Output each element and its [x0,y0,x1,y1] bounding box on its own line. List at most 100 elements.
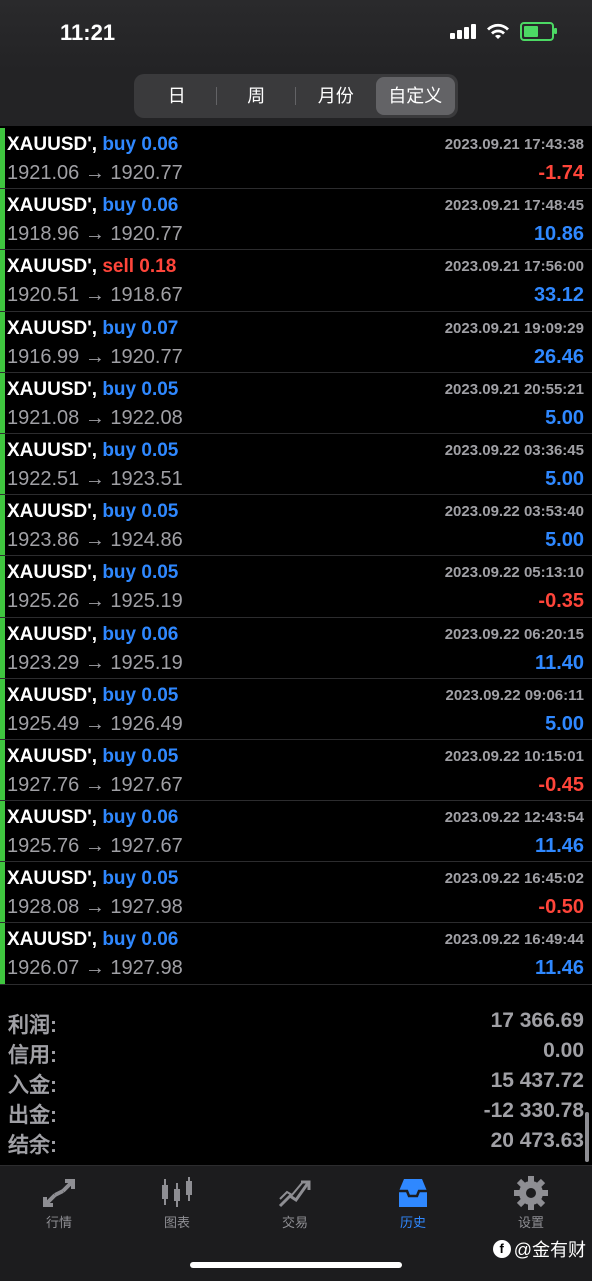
position-marker [0,556,5,617]
trade-datetime: 2023.09.22 03:36:45 [444,441,584,459]
trade-row[interactable]: XAUUSD', buy 0.05 2023.09.22 03:36:45 1922… [0,433,592,496]
trade-row[interactable]: XAUUSD', buy 0.05 2023.09.22 05:13:10 1925… [0,556,592,618]
trade-separator: , [91,134,103,155]
trade-datetime: 2023.09.22 09:06:11 [445,686,584,704]
trade-title: XAUUSD', sell 0.18 [7,256,176,278]
trade-prices: 1918.96 → 1920.77 [7,223,183,246]
tab-quotes[interactable]: 行情 [0,1174,118,1231]
trade-action: buy [102,378,137,400]
summary-value: 20 473.63 [490,1129,584,1152]
trade-prices: 1926.07 → 1927.98 [7,957,183,980]
trade-title: XAUUSD', buy 0.05 [7,868,178,890]
segment-day[interactable]: 日 [137,77,217,115]
trade-action: buy [102,317,137,339]
trade-volume: 0.05 [141,684,179,706]
trade-title: XAUUSD', buy 0.06 [7,929,178,951]
position-marker [0,739,5,801]
tab-chart[interactable]: 图表 [118,1174,236,1231]
trade-action: sell [102,256,135,278]
trade-symbol: XAUUSD' [7,501,92,523]
position-marker [0,189,5,250]
trade-prices: 1920.51 → 1918.67 [7,284,183,307]
trade-row[interactable]: XAUUSD', buy 0.05 2023.09.22 09:06:11 1925… [0,678,592,740]
trade-row[interactable]: XAUUSD', buy 0.05 2023.09.22 10:15:01 1927… [0,739,592,802]
position-marker [0,617,5,678]
trade-row[interactable]: XAUUSD', buy 0.05 2023.09.21 20:55:21 1921… [0,372,592,434]
trade-datetime: 2023.09.22 10:15:01 [444,747,584,765]
chart-icon [118,1174,236,1212]
trade-title: XAUUSD', buy 0.06 [7,624,178,646]
position-marker [0,678,5,739]
trade-prices: 1925.49 → 1926.49 [7,712,183,735]
summary-label: 入金: [8,1074,57,1097]
segment-month[interactable]: 月份 [296,77,376,115]
trade-row[interactable]: XAUUSD', buy 0.06 2023.09.22 16:49:44 1926… [0,923,592,985]
trade-action: buy [102,562,137,584]
trade-separator: , [91,745,103,767]
trade-symbol: XAUUSD' [7,623,92,645]
trade-profit: 5.00 [545,712,584,735]
summary-value: 0.00 [543,1039,584,1062]
status-icons [450,22,557,41]
trade-datetime: 2023.09.22 03:53:40 [444,503,584,521]
trade-profit: -0.45 [538,773,584,796]
trade-volume: 0.05 [141,439,179,461]
scrollbar[interactable] [585,1112,589,1162]
cellular-signal-icon [450,24,476,39]
summary-profit: 利润: 17 366.69 [0,1006,592,1037]
trade-row[interactable]: XAUUSD', buy 0.07 2023.09.21 19:09:29 1916… [0,311,592,373]
tab-history[interactable]: 历史 [354,1174,472,1231]
position-marker [0,128,5,189]
summary-value: 17 366.69 [490,1009,584,1032]
trade-datetime: 2023.09.21 20:55:21 [444,380,584,398]
position-marker [0,372,5,433]
trade-title: XAUUSD', buy 0.05 [7,501,178,523]
trade-profit: 11.46 [535,957,584,980]
trade-profit: 11.46 [535,835,584,858]
trade-row[interactable]: XAUUSD', buy 0.06 2023.09.21 17:43:38 1921… [0,128,592,190]
watermark: f @金有财 [492,1236,586,1262]
watermark-logo-icon: f [492,1240,511,1258]
trade-title: XAUUSD', buy 0.05 [7,440,178,462]
watermark-text: @金有财 [513,1240,586,1260]
trade-prices: 1921.08 → 1922.08 [7,406,183,429]
tab-trade[interactable]: 交易 [236,1174,354,1231]
position-marker [0,311,5,372]
summary-label: 出金: [8,1104,57,1127]
trade-symbol: XAUUSD' [7,256,92,278]
segment-custom[interactable]: 自定义 [375,77,455,115]
trade-title: XAUUSD', buy 0.05 [7,562,178,584]
position-marker [0,433,5,495]
trade-datetime: 2023.09.21 17:56:00 [444,258,584,276]
trade-profit: 5.00 [545,467,584,490]
trade-row[interactable]: XAUUSD', buy 0.06 2023.09.22 12:43:54 1925… [0,801,592,863]
trade-profit: 26.46 [533,345,584,368]
summary-label: 信用: [8,1044,57,1067]
trade-profit: 10.86 [533,223,584,246]
trade-row[interactable]: XAUUSD', buy 0.05 2023.09.22 03:53:40 1923… [0,495,592,557]
trade-datetime: 2023.09.22 05:13:10 [444,564,584,582]
trade-title: XAUUSD', buy 0.05 [7,685,178,707]
home-indicator[interactable] [190,1262,402,1268]
period-segmented-control: 日 周 月份 自定义 [134,74,458,118]
trade-action: buy [102,439,137,461]
trade-row[interactable]: XAUUSD', sell 0.18 2023.09.21 17:56:00 192… [0,250,592,312]
trade-row[interactable]: XAUUSD', buy 0.06 2023.09.22 06:20:15 1923… [0,617,592,679]
trade-row[interactable]: XAUUSD', buy 0.06 2023.09.21 17:48:45 1918… [0,189,592,251]
trade-symbol: XAUUSD' [7,317,92,339]
segment-week[interactable]: 周 [217,77,297,115]
trade-datetime: 2023.09.21 19:09:29 [444,319,584,337]
trade-separator: , [91,868,103,890]
trade-prices: 1925.26 → 1925.19 [7,590,183,613]
trade-symbol: XAUUSD' [7,929,92,951]
position-marker [0,250,5,311]
trade-title: XAUUSD', buy 0.05 [7,746,178,768]
trade-prices: 1928.08 → 1927.98 [7,896,183,919]
trade-volume: 0.18 [139,256,177,278]
tab-settings[interactable]: 设置 [472,1174,590,1231]
trade-row[interactable]: XAUUSD', buy 0.05 2023.09.22 16:45:02 1928… [0,862,592,924]
status-bar: 11:21 [0,0,592,70]
trade-profit: -0.50 [538,896,584,919]
trade-title: XAUUSD', buy 0.05 [7,379,178,401]
trade-profit: -1.74 [538,162,584,184]
